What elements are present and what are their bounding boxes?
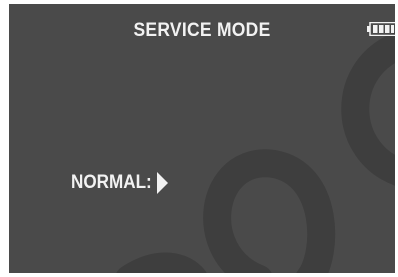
screen-title: SERVICE MODE	[133, 20, 271, 41]
right-arrow-icon	[156, 172, 168, 194]
device-screen: SERVICE MODE NORMAL:	[9, 4, 395, 273]
normal-mode-label: NORMAL:	[71, 172, 152, 193]
battery-icon	[367, 22, 395, 36]
normal-mode-option[interactable]: NORMAL:	[71, 171, 169, 195]
background-artwork	[116, 32, 395, 273]
